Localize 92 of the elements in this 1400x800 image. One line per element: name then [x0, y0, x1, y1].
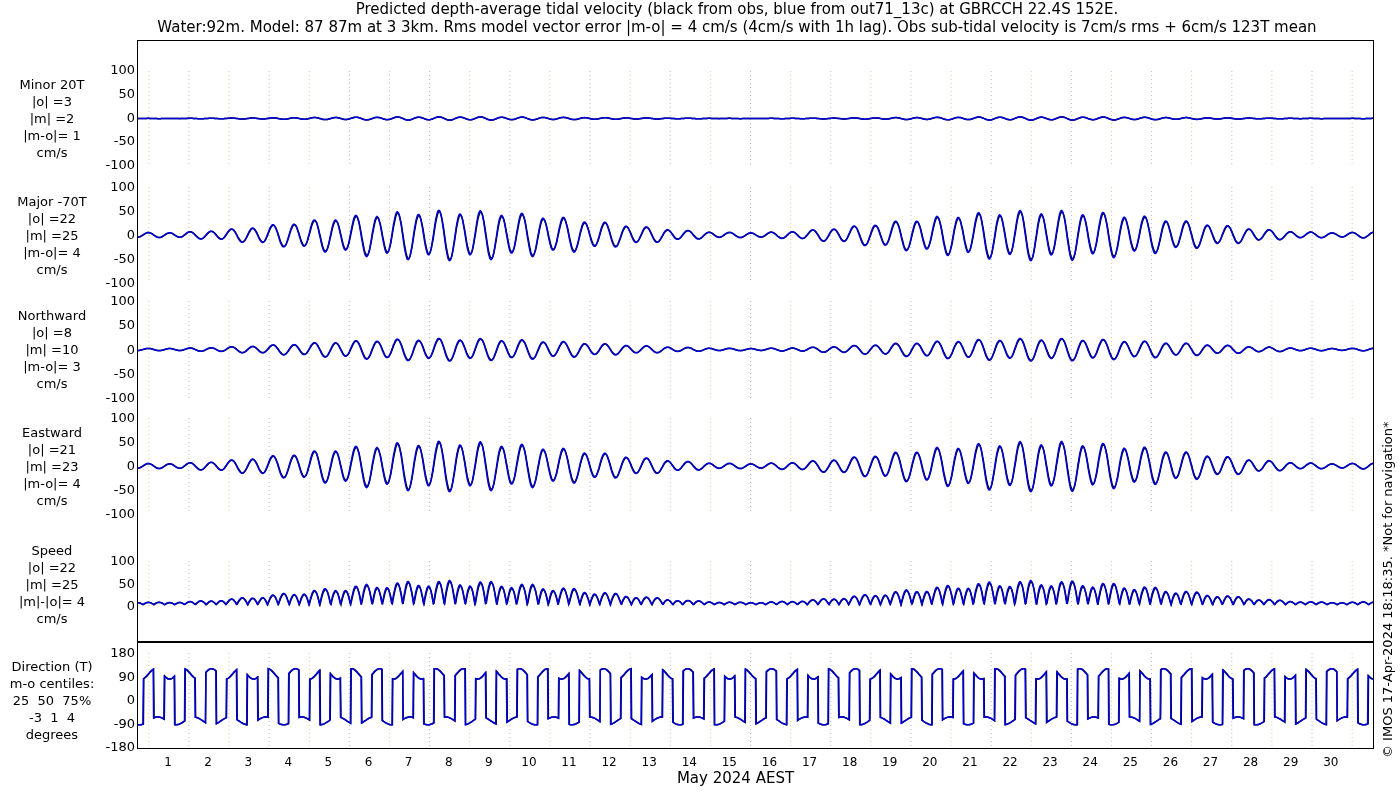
- panel-label-line: degrees: [25, 726, 79, 743]
- panel-label-line: |m-o|= 4: [23, 243, 81, 261]
- x-tick-label: 13: [641, 755, 657, 769]
- x-tick-label: 14: [681, 755, 697, 769]
- x-tick-label: 9: [484, 755, 493, 769]
- x-tick-label: 4: [284, 755, 293, 769]
- y-tick-label: 100: [110, 180, 135, 194]
- chart-title: Predicted depth-average tidal velocity (black from obs, blue from out71_13c) at GBRCCH 22.4S 152E.: [355, 0, 1119, 18]
- panel-label-line: cm/s: [36, 260, 68, 278]
- y-tick-label: 100: [110, 294, 135, 308]
- panel-label-line: cm/s: [36, 610, 68, 627]
- panel-label-line: cm/s: [36, 491, 68, 509]
- copyright-note: © IMOS 17-Apr-2024 18:18:35. *Not for navigation*: [1378, 421, 1396, 759]
- x-tick-label: 22: [1002, 755, 1018, 769]
- panel-label-line: |m| =2: [29, 109, 75, 127]
- y-tick-label: 100: [110, 63, 135, 77]
- y-tick-label: -90: [113, 716, 135, 731]
- y-tick-label: 180: [110, 646, 135, 660]
- y-tick-label: 0: [126, 599, 135, 613]
- x-tick-label: 21: [962, 755, 978, 769]
- y-tick-label: -180: [105, 740, 135, 754]
- panel-label-line: Eastward: [22, 423, 82, 441]
- panel-label-line: |m| =10: [25, 341, 79, 358]
- x-tick-label: 18: [842, 755, 858, 769]
- panel-label-line: |o| =21: [27, 440, 77, 458]
- y-tick-label: 90: [118, 669, 135, 684]
- panel-label-line: |o| =3: [32, 92, 72, 110]
- x-tick-label: 26: [1162, 755, 1179, 769]
- x-tick-label: 2: [204, 755, 212, 769]
- y-tick-label: -100: [105, 158, 135, 172]
- x-tick-label: 5: [324, 755, 333, 769]
- x-tick-label: 30: [1323, 755, 1339, 769]
- panel-label-line: |m-o|= 1: [23, 126, 81, 144]
- panel-label-line: 25 50 75%: [12, 692, 92, 709]
- panel-label-line: Major -70T: [17, 192, 87, 210]
- y-tick-label: -50: [113, 483, 135, 497]
- x-tick-label: 27: [1202, 755, 1219, 769]
- y-tick-label: 0: [126, 342, 135, 357]
- panel-label-line: Speed: [31, 542, 73, 559]
- panel-label-line: |o| =8: [32, 324, 72, 341]
- x-tick-label: 8: [444, 755, 453, 769]
- x-tick-label: 29: [1283, 755, 1299, 769]
- panel-label-line: |o| =22: [27, 209, 77, 227]
- x-tick-label: 19: [882, 755, 898, 769]
- x-tick-label: 16: [761, 755, 778, 769]
- panel-label-line: |m-o|= 4: [23, 474, 81, 492]
- panel-label-line: |m|-|o|= 4: [18, 593, 86, 610]
- panel-label-line: Direction (T): [11, 658, 93, 675]
- x-tick-label: 24: [1082, 755, 1098, 769]
- x-tick-label: 15: [721, 755, 737, 769]
- y-tick-label: 50: [118, 576, 135, 591]
- panel-label-line: Minor 20T: [19, 75, 85, 93]
- panel-label-line: |m| =25: [25, 576, 79, 593]
- panel-label-line: m-o centiles:: [9, 675, 95, 692]
- y-tick-label: 0: [126, 459, 135, 473]
- x-tick-label: 1: [164, 755, 172, 769]
- x-tick-label: 3: [244, 755, 253, 769]
- y-tick-label: 50: [118, 435, 135, 449]
- y-tick-label: 50: [118, 86, 135, 101]
- chart-title: Water:92m. Model: 87 87m at 3 3km. Rms model vector error |m-o| = 4 cm/s (4cm/s with 1h lag). Obs sub-tidal velocity is 7cm/s rms + 6cm/s 123T mean: [157, 18, 1317, 36]
- panel-label-line: cm/s: [36, 375, 68, 392]
- y-tick-label: 100: [110, 411, 135, 425]
- panel-label-line: -3 1 4: [28, 709, 75, 726]
- panel-label-line: Northward: [17, 307, 87, 324]
- y-tick-label: -100: [105, 391, 135, 405]
- x-tick-label: 23: [1042, 755, 1058, 769]
- y-tick-label: 50: [118, 204, 135, 218]
- y-tick-label: 0: [126, 228, 135, 242]
- x-tick-label: 12: [601, 755, 617, 769]
- y-tick-label: 0: [126, 693, 135, 707]
- y-tick-label: 0: [126, 110, 135, 125]
- y-tick-label: -50: [113, 134, 135, 149]
- x-tick-label: 11: [561, 755, 577, 769]
- x-tick-label: 25: [1122, 755, 1138, 769]
- x-tick-label: 6: [364, 755, 373, 769]
- panel-label-line: cm/s: [36, 143, 68, 161]
- panel-label-line: |m-o|= 3: [23, 358, 81, 375]
- x-tick-label: 7: [404, 755, 413, 769]
- x-tick-label: 17: [801, 755, 818, 769]
- y-tick-label: -50: [113, 366, 135, 381]
- y-tick-label: -100: [105, 276, 135, 290]
- x-tick-label: 20: [922, 755, 938, 769]
- x-tick-label: 28: [1242, 755, 1259, 769]
- panel-label-line: |m| =23: [25, 457, 79, 475]
- y-tick-label: -100: [105, 507, 135, 521]
- y-tick-label: -50: [113, 252, 135, 266]
- y-tick-label: 50: [118, 318, 135, 333]
- x-tick-label: 10: [521, 755, 537, 769]
- y-tick-label: 100: [110, 554, 135, 568]
- x-axis-title: May 2024 AEST: [676, 769, 795, 787]
- panel-label-line: |o| =22: [27, 559, 77, 576]
- panel-label-line: |m| =25: [25, 226, 79, 244]
